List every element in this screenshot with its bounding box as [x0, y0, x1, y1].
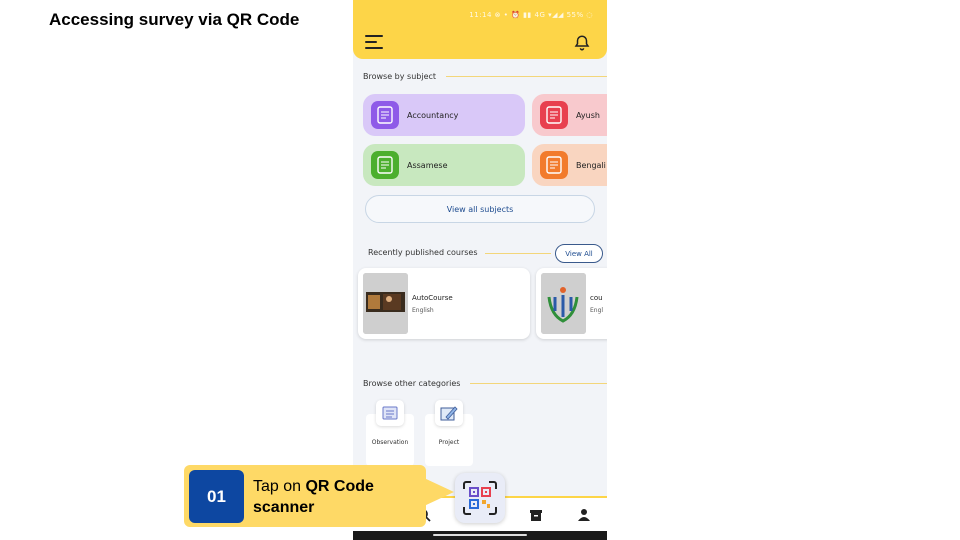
callout-text-prefix: Tap on	[253, 478, 306, 495]
callout-text: Tap on QR Code scanner	[253, 476, 423, 518]
recent-courses-heading: Recently published courses	[368, 248, 478, 257]
callout-arrow	[424, 478, 454, 506]
profile-icon[interactable]	[577, 508, 591, 522]
other-categories-heading: Browse other categories	[363, 379, 607, 388]
observation-list-icon	[376, 400, 404, 426]
browse-by-subject-heading: Browse by subject	[363, 72, 607, 81]
course-thumbnail	[541, 273, 586, 334]
book-icon	[371, 101, 399, 129]
subject-accountancy[interactable]: Accountancy	[363, 94, 525, 136]
book-icon	[540, 151, 568, 179]
course-thumbnail	[363, 273, 408, 334]
subject-label: Ayush	[576, 110, 600, 120]
view-all-courses-button[interactable]: View All	[555, 244, 603, 263]
subject-label: Bengali	[576, 160, 606, 170]
qr-code-scanner-button[interactable]	[455, 473, 505, 523]
hamburger-menu-icon[interactable]	[365, 35, 385, 49]
section-heading-label: Browse other categories	[363, 379, 461, 388]
book-icon	[371, 151, 399, 179]
subject-assamese[interactable]: Assamese	[363, 144, 525, 186]
subject-bengali[interactable]: Bengali	[532, 144, 607, 186]
status-bar: 11:14 ⊗ • ⏰ ▮▮ 4G ▾◢◢ 55% ◌	[469, 11, 593, 19]
bell-icon[interactable]	[573, 34, 591, 52]
course-language: Engl	[590, 307, 604, 314]
subject-label: Assamese	[407, 160, 448, 170]
slide: Accessing survey via QR Code 11:14 ⊗ • ⏰…	[0, 0, 960, 540]
divider	[446, 76, 607, 77]
divider	[485, 253, 551, 254]
category-label: Project	[438, 439, 460, 446]
divider	[470, 383, 607, 384]
book-icon	[540, 101, 568, 129]
course-card-second[interactable]: cou Engl	[536, 268, 607, 339]
step-number-badge: 01	[189, 470, 244, 523]
slide-title: Accessing survey via QR Code	[49, 10, 300, 29]
category-label: Observation	[371, 439, 409, 446]
course-card-autocourse[interactable]: AutoCourse English	[358, 268, 530, 339]
project-edit-icon	[435, 400, 463, 426]
app-header: 11:14 ⊗ • ⏰ ▮▮ 4G ▾◢◢ 55% ◌	[353, 0, 607, 59]
section-heading-label: Browse by subject	[363, 72, 437, 81]
archive-icon[interactable]	[529, 508, 543, 522]
course-title: AutoCourse	[412, 294, 453, 302]
subject-ayush[interactable]: Ayush	[532, 94, 607, 136]
gesture-bar	[353, 531, 607, 540]
view-all-subjects-button[interactable]: View all subjects	[365, 195, 595, 223]
subject-label: Accountancy	[407, 110, 459, 120]
qr-code-scanner-icon	[463, 481, 497, 515]
course-language: English	[412, 307, 434, 314]
course-title: cou	[590, 294, 603, 302]
phone-screen: 11:14 ⊗ • ⏰ ▮▮ 4G ▾◢◢ 55% ◌ Browse by su…	[353, 0, 607, 540]
